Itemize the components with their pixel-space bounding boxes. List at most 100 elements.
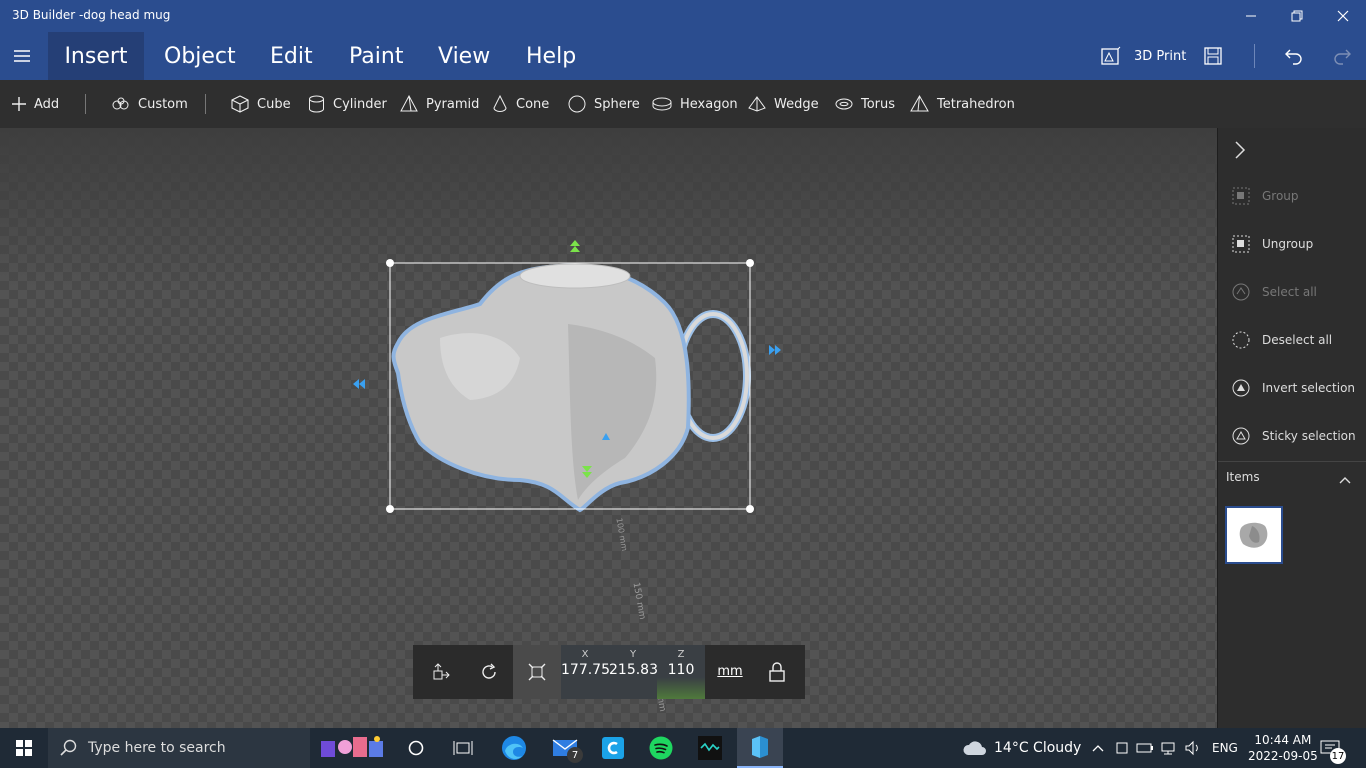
add-button[interactable]: Add [12, 80, 59, 128]
y-label: Y [629, 649, 637, 660]
tab-insert[interactable]: Insert [48, 32, 144, 80]
scene [353, 240, 781, 513]
redo-button[interactable] [1332, 32, 1352, 80]
clock-time: 10:44 AM [1254, 733, 1312, 747]
shape-tetrahedron-button[interactable]: Tetrahedron [910, 80, 1015, 128]
shape-hexagon-button[interactable]: Hexagon [652, 80, 738, 128]
shape-torus-button[interactable]: Torus [835, 80, 895, 128]
tab-object[interactable]: Object [164, 32, 236, 80]
minimize-button[interactable] [1228, 0, 1274, 32]
select-all-button[interactable]: Select all [1218, 268, 1366, 316]
tetrahedron-label: Tetrahedron [937, 96, 1015, 112]
cortana-circle-icon [408, 740, 424, 756]
sphere-icon [568, 95, 586, 113]
sphere-label: Sphere [594, 96, 640, 112]
unit-selector[interactable]: mm [711, 645, 749, 699]
audio-app-taskbar-button[interactable] [690, 728, 730, 768]
invert-selection-button[interactable]: Invert selection [1218, 364, 1366, 412]
dog-head-mug-model[interactable] [391, 263, 751, 513]
group-button[interactable]: Group [1218, 172, 1366, 220]
shape-pyramid-button[interactable]: Pyramid [400, 80, 479, 128]
hexagon-label: Hexagon [680, 96, 738, 112]
weather-widget[interactable]: 14°C Cloudy [962, 728, 1081, 768]
title-bar: 3D Builder -dog head mug [0, 0, 1366, 32]
tab-edit[interactable]: Edit [270, 32, 313, 80]
lock-proportions-button[interactable] [753, 645, 801, 699]
3d-viewport[interactable]: 100 mm 150 mm mm [0, 128, 1217, 728]
bbox-handle[interactable] [746, 259, 754, 267]
undo-button[interactable] [1284, 32, 1304, 80]
move-up-arrow-icon[interactable] [570, 240, 580, 252]
collapse-panel-button[interactable] [1232, 140, 1248, 164]
taskbar-search-box[interactable]: Type here to search [48, 728, 310, 768]
sticky-selection-icon [1230, 427, 1252, 445]
tray-icons[interactable] [1114, 728, 1202, 768]
spotify-taskbar-button[interactable] [641, 728, 681, 768]
shape-cone-button[interactable]: Cone [492, 80, 549, 128]
bbox-handle[interactable] [746, 505, 754, 513]
toolbar-separator [205, 94, 206, 114]
show-hidden-icons-button[interactable] [1091, 728, 1105, 768]
items-collapse-button[interactable] [1338, 471, 1352, 490]
ungroup-icon [1230, 235, 1252, 253]
rotate-tool-button[interactable] [465, 645, 513, 699]
z-dimension-field[interactable]: Z 110 [657, 645, 705, 699]
torus-label: Torus [861, 96, 896, 112]
deselect-all-button[interactable]: Deselect all [1218, 316, 1366, 364]
menu-bar: Insert Object Edit Paint View Help 3D Pr… [0, 32, 1366, 80]
chevron-right-icon [1235, 141, 1246, 159]
shape-sphere-button[interactable]: Sphere [568, 80, 640, 128]
task-view-button[interactable] [443, 728, 483, 768]
chevron-up-icon [1092, 745, 1104, 752]
start-button[interactable] [0, 728, 48, 768]
shape-wedge-button[interactable]: Wedge [748, 80, 819, 128]
window-title: 3D Builder -dog head mug [12, 8, 171, 22]
c-app-icon [602, 737, 624, 759]
clock[interactable]: 10:44 AM 2022-09-05 [1248, 728, 1318, 768]
y-dimension-field[interactable]: Y 215.83 [609, 645, 658, 699]
bbox-handle[interactable] [386, 505, 394, 513]
lock-icon [769, 662, 785, 682]
app-c-taskbar-button[interactable] [593, 728, 633, 768]
mail-taskbar-button[interactable]: 7 [545, 728, 585, 768]
select-all-label: Select all [1262, 285, 1317, 299]
3d-builder-taskbar-button[interactable] [737, 728, 783, 768]
network-icon [1161, 742, 1175, 755]
search-highlights-image[interactable] [314, 728, 392, 768]
ungroup-button[interactable]: Ungroup [1218, 220, 1366, 268]
notifications-button[interactable]: 17 [1320, 728, 1346, 768]
wedge-icon [748, 96, 766, 112]
hamburger-menu-button[interactable] [8, 40, 36, 72]
move-right-arrow-icon[interactable] [769, 345, 781, 355]
restore-button[interactable] [1274, 0, 1320, 32]
tab-paint[interactable]: Paint [349, 32, 403, 80]
windows-taskbar: Type here to search 7 14°C Cloudy ENG 10… [0, 728, 1366, 768]
weather-text: 14°C Cloudy [994, 740, 1082, 756]
tab-help[interactable]: Help [526, 32, 576, 80]
bbox-handle[interactable] [386, 259, 394, 267]
cortana-button[interactable] [396, 728, 436, 768]
cone-icon [493, 95, 507, 112]
group-icon [1230, 187, 1252, 205]
save-button[interactable] [1203, 32, 1223, 80]
edge-taskbar-button[interactable] [494, 728, 534, 768]
notification-badge: 17 [1330, 748, 1346, 764]
move-tool-button[interactable] [417, 645, 465, 699]
shape-cube-button[interactable]: Cube [231, 80, 291, 128]
add-label: Add [34, 96, 60, 112]
move-left-arrow-icon[interactable] [353, 379, 365, 389]
deselect-all-label: Deselect all [1262, 333, 1333, 347]
scale-tool-button[interactable] [513, 645, 561, 699]
3d-print-button[interactable]: 3D Print [1100, 32, 1186, 80]
close-button[interactable] [1320, 0, 1366, 32]
hexagon-icon [652, 97, 672, 111]
cylinder-label: Cylinder [333, 96, 387, 112]
pyramid-icon [400, 95, 418, 112]
sticky-selection-button[interactable]: Sticky selection [1218, 412, 1366, 460]
language-indicator[interactable]: ENG [1212, 728, 1238, 768]
x-dimension-field[interactable]: X 177.75 [561, 645, 610, 699]
tab-view[interactable]: View [438, 32, 490, 80]
item-thumbnail-dog-head-mug[interactable] [1225, 506, 1283, 564]
custom-button[interactable]: Custom [112, 80, 188, 128]
shape-cylinder-button[interactable]: Cylinder [308, 80, 387, 128]
